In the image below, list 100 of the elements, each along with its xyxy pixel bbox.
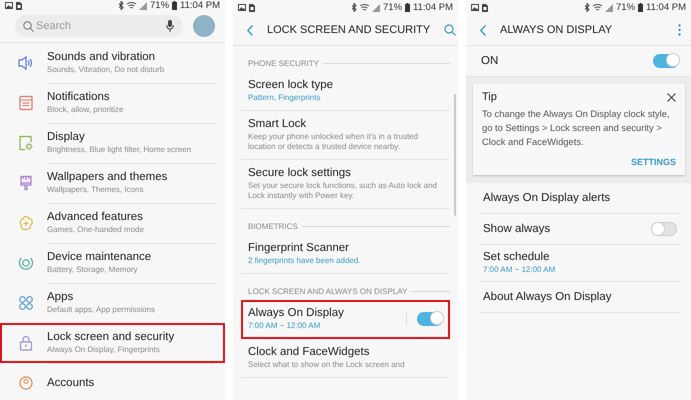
item-subtitle: Battery, Storage, Memory [47,264,139,274]
item-subtitle: Always On Display, Fingerprints [47,344,161,354]
tip-title: Tip [482,91,498,103]
battery-icon [638,3,644,12]
bluetooth-icon [118,1,124,10]
toggle-switch[interactable] [651,222,677,236]
settings-item[interactable]: Notifications Block, allow, prioritize [0,83,225,123]
settings-item[interactable]: Wallpapers and themes Wallpapers, Themes, Icons [0,163,225,203]
clock-time: 11:04 PM [646,2,686,13]
picture-icon [238,4,246,11]
settings-item[interactable]: Display Brightness, Blue light filter, Home screen [0,123,225,163]
item-subtitle: 7:00 AM ~ 12:00 AM [483,265,556,275]
bluetooth-icon [351,3,358,12]
item-subtitle: Sounds, Vibration, Do not disturb [47,64,166,74]
toggle-switch[interactable] [653,54,679,68]
picture-icon [5,2,13,9]
settings-item[interactable]: Clock and FaceWidgets Select what to show on the Lock screen and [241,339,450,378]
item-title: Screen lock type [248,79,334,91]
screen-sun-icon [17,134,35,152]
microphone-icon[interactable] [166,20,174,32]
screen-title: LOCK SCREEN AND SECURITY [267,24,430,36]
settings-item[interactable]: Sounds and vibration Sounds, Vibration, Do not disturb [0,43,225,83]
section-header: LOCK SCREEN AND ALWAYS ON DISPLAY [248,286,408,296]
item-subtitle: Block, allow, prioritize [47,104,124,114]
item-title: Display [47,130,86,142]
item-title: Apps [47,290,74,302]
sd-card-icon [249,4,255,12]
item-title: Device maintenance [47,250,152,262]
search-icon[interactable] [444,24,456,36]
battery-percentage: 71% [150,0,170,11]
avatar-picture[interactable] [193,15,215,37]
settings-item[interactable]: Screen lock type Pattern, Fingerprints [241,72,450,111]
settings-item[interactable]: Device maintenance Battery, Storage, Memory [0,243,225,283]
settings-item[interactable]: Accounts [0,363,225,400]
settings-item[interactable]: Fingerprint Scanner 2 fingerprints have been added. [241,235,450,274]
settings-item[interactable]: Show always [478,214,681,245]
item-title: ON [481,55,500,67]
item-title: Advanced features [47,210,144,222]
item-title: Smart Lock [248,118,308,130]
tip-text: To change the Always On Display clock style, go to Settings > Lock screen and security > Clock and FaceWidgets. [482,107,671,149]
item-subtitle: 2 fingerprints have been added. [248,256,362,266]
bluetooth-icon [584,3,590,12]
item-title: Accounts [47,376,96,388]
speaker-icon [17,54,35,72]
item-subtitle: Select what to show on the Lock screen and [248,360,406,370]
back-icon[interactable] [247,24,253,36]
item-title: Always On Display alerts [483,192,612,204]
circle-icon [17,374,35,392]
item-title: Show always [483,223,552,235]
settings-item[interactable]: Advanced features Games, One-handed mode [0,203,225,243]
wifi-icon [360,4,370,12]
search-icon [23,20,34,32]
battery-percentage: 71% [383,2,402,13]
signal-icon [605,4,614,12]
settings-item[interactable]: Always On Display alerts [478,183,681,214]
signal-icon [139,2,148,10]
settings-item[interactable]: Apps Default apps, App permissions [0,283,225,323]
toggle-switch[interactable] [417,312,443,326]
signal-icon [372,4,380,12]
settings-item[interactable]: Always On Display 7:00 AM ~ 12:00 AM [241,300,450,339]
settings-item[interactable]: Smart Lock Keep your phone unlocked when it's in a trusted location or detects a trusted device nearby. [241,111,450,160]
clock-time: 11:04 PM [413,2,453,13]
more-options-icon[interactable] [678,24,681,36]
item-title: Clock and FaceWidgets [248,346,370,358]
item-subtitle: Keep your phone unlocked when it's in a trusted location or detects a trusted device nearby. [248,132,420,152]
item-title: Fingerprint Scanner [248,242,350,254]
item-subtitle: Default apps, App permissions [47,304,156,314]
battery-icon [172,1,178,10]
item-subtitle: Games, One-handed mode [47,224,145,234]
flower-plus-icon [17,214,35,232]
four-circles-icon [17,294,35,312]
close-icon[interactable] [667,92,676,102]
section-header: PHONE SECURITY [248,58,320,68]
wifi-icon [593,4,602,12]
back-icon[interactable] [480,24,486,36]
section-header: BIOMETRICS [248,222,298,230]
lock-icon [17,334,35,352]
item-title: Always On Display [248,307,345,319]
settings-item[interactable]: About Always On Display [478,282,681,313]
picture-icon [471,4,479,11]
item-title: Notifications [47,90,111,102]
item-title: Sounds and vibration [47,50,156,62]
item-title: Lock screen and security [47,330,176,342]
battery-percentage: 71% [616,2,636,13]
battery-icon [405,3,410,12]
settings-item[interactable]: Secure lock settings Set your secure lock functions, such as Auto lock and Lock instantly with Power key. [241,160,450,209]
tray-icon [17,94,35,112]
item-title: Secure lock settings [248,167,352,179]
sd-card-icon [482,4,488,12]
item-subtitle: Pattern, Fingerprints [248,93,322,103]
wifi-icon [127,2,136,10]
item-subtitle: Wallpapers, Themes, Icons [47,184,144,194]
clock-time: 11:04 PM [180,0,220,11]
search-field[interactable]: Search [15,15,183,37]
item-title: Set schedule [483,251,550,263]
item-title: Wallpapers and themes [47,170,168,182]
settings-item[interactable]: Lock screen and security Always On Display, Fingerprints [0,323,225,363]
settings-item[interactable]: Set schedule 7:00 AM ~ 12:00 AM [478,245,681,282]
item-subtitle: Set your secure lock functions, such as Auto lock and Lock instantly with Power key. [248,181,438,201]
item-title: About Always On Display [483,291,612,303]
